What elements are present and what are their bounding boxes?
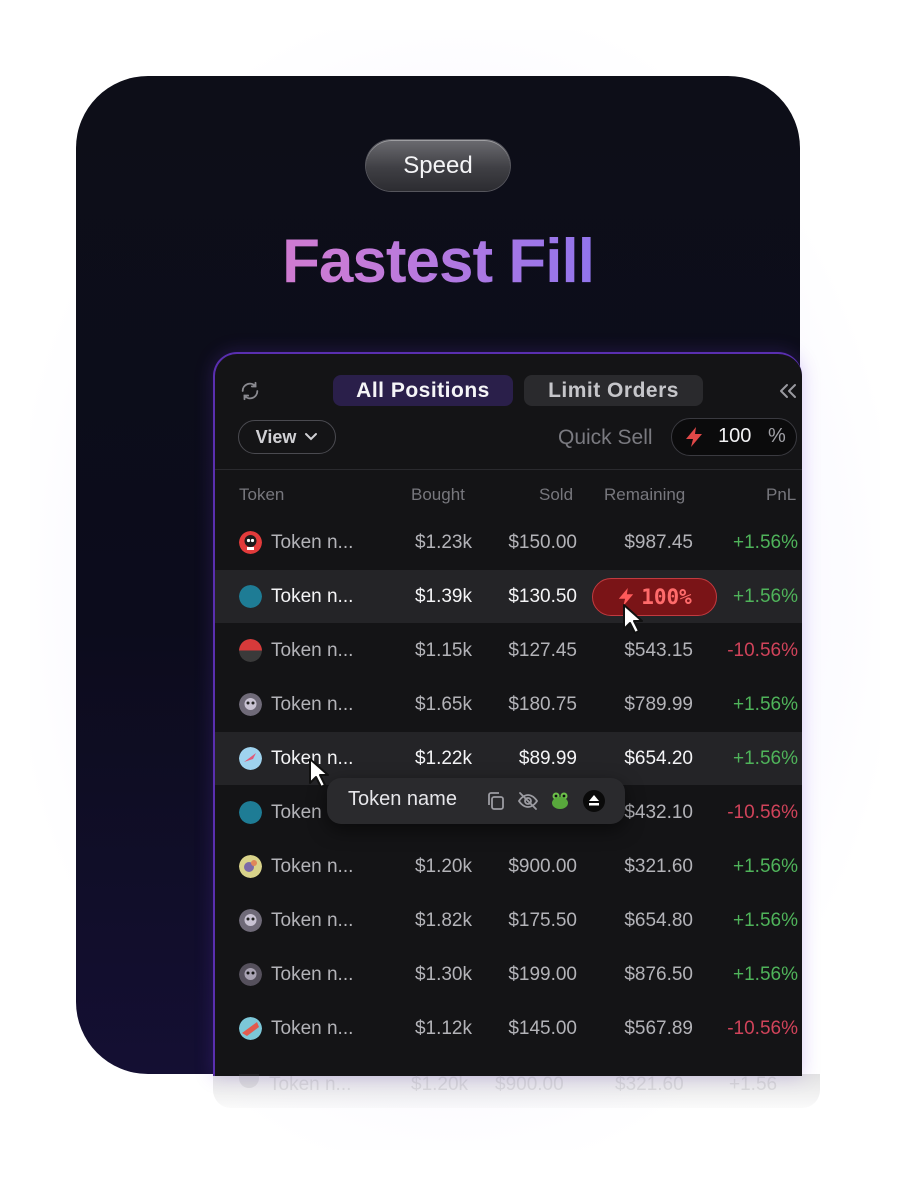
bought-value: $1.39k	[414, 586, 472, 607]
remaining-value: $321.60	[615, 1074, 684, 1095]
view-dropdown[interactable]: View	[238, 420, 336, 454]
pnl-value: +1.56	[729, 1074, 778, 1095]
token-name: Token n...	[271, 532, 354, 553]
remaining-value: $987.45	[624, 532, 693, 553]
token-avatar	[239, 963, 262, 986]
bolt-icon	[686, 427, 702, 447]
token-avatar	[239, 747, 262, 770]
table-row[interactable]: Token n... $1.20k $900.00 $321.60 +1.56%	[215, 840, 802, 893]
pnl-value: +1.56%	[733, 694, 798, 715]
table-row[interactable]: Token n... $1.65k $180.75 $789.99 +1.56%	[215, 678, 802, 731]
bought-value: $1.20k	[414, 856, 472, 877]
quick-sell-value: 100	[718, 425, 752, 447]
bought-value: $1.12k	[414, 1018, 472, 1039]
remaining-value: $654.80	[624, 910, 693, 931]
bought-value: $1.15k	[414, 640, 472, 661]
sold-value: $130.50	[508, 586, 577, 607]
chevron-down-icon	[305, 433, 318, 441]
token-avatar	[239, 639, 262, 662]
sold-value: $145.00	[508, 1018, 577, 1039]
collapse-icon[interactable]	[777, 382, 799, 400]
pnl-value: -10.56%	[727, 1018, 798, 1039]
hide-icon[interactable]	[517, 790, 539, 812]
pnl-value: -10.56%	[727, 802, 798, 823]
pnl-value: +1.56%	[733, 532, 798, 553]
token-avatar	[239, 855, 262, 878]
table-row[interactable]: Token n... $1.39k $130.50 100% +1.56%	[215, 570, 802, 623]
token-name: Token n...	[271, 640, 354, 661]
table-row[interactable]: Token n... $1.23k $150.00 $987.45 +1.56%	[215, 516, 802, 569]
bought-value: $1.65k	[414, 694, 472, 715]
pnl-value: +1.56%	[733, 748, 798, 769]
table-row[interactable]: Token n... $1.12k $145.00 $567.89 -10.56…	[215, 1002, 802, 1055]
pnl-value: +1.56%	[733, 910, 798, 931]
sold-value: $150.00	[508, 532, 577, 553]
pnl-value: +1.56%	[733, 964, 798, 985]
quick-sell-button[interactable]: 100%	[592, 578, 717, 616]
token-name: Token	[271, 802, 322, 823]
token-avatar	[239, 693, 262, 716]
bought-value: $1.82k	[414, 910, 472, 931]
token-name: Token n...	[271, 910, 354, 931]
copy-icon[interactable]	[485, 790, 507, 812]
sold-value: $900.00	[495, 1074, 564, 1095]
token-name: Token n...	[271, 586, 354, 607]
token-avatar	[239, 909, 262, 932]
table-row[interactable]: Token n... $1.82k $175.50 $654.80 +1.56%	[215, 894, 802, 947]
table-row[interactable]: Token n... $1.30k $199.00 $876.50 +1.56%	[215, 948, 802, 1001]
view-label: View	[255, 426, 297, 447]
token-name: Token n...	[269, 1074, 352, 1095]
remaining-value: $567.89	[624, 1018, 693, 1039]
tooltip-token-name: Token name	[348, 788, 457, 810]
token-avatar	[239, 585, 262, 608]
speed-badge: Speed	[366, 140, 510, 191]
token-tooltip: Token name	[327, 778, 625, 824]
sold-value: $199.00	[508, 964, 577, 985]
frog-icon[interactable]	[549, 790, 571, 812]
pnl-value: +1.56%	[733, 856, 798, 877]
sold-value: $175.50	[508, 910, 577, 931]
token-name: Token n...	[271, 856, 354, 877]
tab-all-positions[interactable]: All Positions	[333, 375, 513, 406]
sold-value: $127.45	[508, 640, 577, 661]
column-token: Token	[239, 485, 285, 504]
token-name: Token n...	[271, 1018, 354, 1039]
remaining-value: $654.20	[624, 748, 693, 769]
pnl-value: -10.56%	[727, 640, 798, 661]
column-pnl: PnL	[766, 485, 797, 504]
sold-value: $900.00	[508, 856, 577, 877]
refresh-icon[interactable]	[239, 380, 261, 402]
bought-value: $1.23k	[414, 532, 472, 553]
quick-sell-label: Quick Sell	[558, 426, 653, 449]
token-avatar	[239, 531, 262, 554]
table-row[interactable]: Token n... $1.15k $127.45 $543.15 -10.56…	[215, 624, 802, 677]
remaining-value: $321.60	[624, 856, 693, 877]
remaining-value: $876.50	[624, 964, 693, 985]
header-divider	[215, 469, 802, 470]
quick-sell-unit: %	[768, 425, 786, 447]
token-avatar	[239, 1074, 259, 1088]
headline: Fastest Fill	[0, 222, 876, 302]
cursor-icon	[309, 758, 329, 788]
sold-value: $180.75	[508, 694, 577, 715]
token-name: Token n...	[271, 694, 354, 715]
cursor-icon	[623, 604, 643, 634]
remaining-value: $789.99	[624, 694, 693, 715]
token-avatar	[239, 1017, 262, 1040]
token-name: Token n...	[271, 964, 354, 985]
tab-limit-orders[interactable]: Limit Orders	[524, 375, 703, 406]
column-sold: Sold	[539, 485, 574, 504]
quick-sell-input[interactable]: 100 %	[671, 418, 797, 456]
remaining-value: $432.10	[624, 802, 693, 823]
bought-value: $1.30k	[414, 964, 472, 985]
column-bought: Bought	[411, 485, 465, 504]
pnl-value: +1.56%	[733, 586, 798, 607]
bought-value: $1.20k	[411, 1074, 469, 1095]
eject-icon[interactable]	[583, 790, 605, 812]
column-remaining: Remaining	[604, 485, 686, 504]
faded-row: Token n... $1.20k $900.00 $321.60 +1.56	[213, 1074, 820, 1108]
positions-panel: All Positions Limit Orders View Quick Se…	[213, 352, 802, 1076]
token-avatar	[239, 801, 262, 824]
